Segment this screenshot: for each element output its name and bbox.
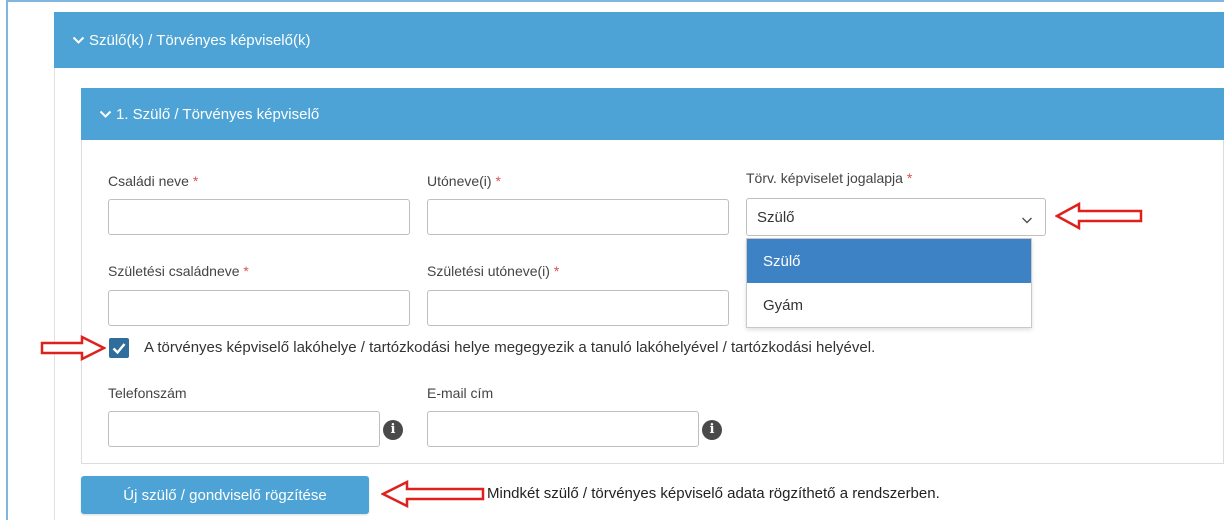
given-name-input[interactable] bbox=[427, 199, 729, 235]
phone-label: Telefonszám bbox=[108, 385, 187, 401]
given-name-label: Utóneve(i) * bbox=[427, 173, 501, 189]
arrow-left-icon bbox=[381, 480, 485, 508]
section-header-parents[interactable]: Szülő(k) / Törvényes képviselő(k) bbox=[54, 12, 1224, 68]
given-name-label-text: Utóneve(i) bbox=[427, 173, 492, 189]
same-address-checkbox-label: A törvényes képviselő lakóhelye / tartóz… bbox=[144, 339, 876, 356]
dropdown-option-gyam[interactable]: Gyám bbox=[747, 283, 1031, 327]
new-parent-button[interactable]: Új szülő / gondviselő rögzítése bbox=[81, 476, 369, 514]
birth-family-name-label-text: Születési családneve bbox=[108, 263, 240, 279]
family-name-label-text: Családi neve bbox=[108, 173, 189, 189]
annotation-note: Mindkét szülő / törvényes képviselő adat… bbox=[487, 485, 940, 502]
legal-basis-select[interactable]: Szülő bbox=[746, 198, 1046, 236]
chevron-down-icon bbox=[99, 109, 112, 119]
arrow-right-icon bbox=[40, 335, 106, 361]
info-icon[interactable]: i bbox=[702, 420, 722, 440]
same-address-checkbox[interactable] bbox=[109, 338, 129, 358]
section-title-parents: Szülő(k) / Törvényes képviselő(k) bbox=[89, 31, 311, 49]
chevron-down-icon bbox=[72, 35, 85, 45]
arrow-left-icon bbox=[1055, 202, 1143, 230]
dropdown-option-szulo[interactable]: Szülő bbox=[747, 239, 1031, 283]
birth-given-name-label-text: Születési utóneve(i) bbox=[427, 263, 550, 279]
birth-family-name-input[interactable] bbox=[108, 290, 410, 326]
required-marker: * bbox=[243, 263, 249, 279]
birth-family-name-label: Születési családneve * bbox=[108, 263, 249, 279]
panel-title-parent-1: 1. Szülő / Törvényes képviselő bbox=[116, 105, 320, 123]
family-name-label: Családi neve * bbox=[108, 173, 198, 189]
required-marker: * bbox=[906, 170, 913, 186]
phone-input[interactable] bbox=[108, 411, 380, 447]
panel-header-parent-1[interactable]: 1. Szülő / Törvényes képviselő bbox=[81, 88, 1224, 140]
email-label: E-mail cím bbox=[427, 385, 494, 401]
family-name-input[interactable] bbox=[108, 199, 410, 235]
email-input[interactable] bbox=[427, 411, 699, 447]
legal-basis-label: Törv. képviselet jogalapja * bbox=[746, 170, 912, 186]
legal-basis-dropdown-list: Szülő Gyám bbox=[746, 238, 1032, 328]
legal-basis-label-text: Törv. képviselet jogalapja bbox=[746, 170, 903, 186]
required-marker: * bbox=[495, 173, 501, 189]
required-marker: * bbox=[192, 173, 199, 189]
required-marker: * bbox=[553, 263, 560, 279]
info-icon[interactable]: i bbox=[383, 420, 403, 440]
legal-basis-selected-value: Szülő bbox=[757, 208, 795, 226]
chevron-down-icon bbox=[1021, 212, 1033, 224]
birth-given-name-input[interactable] bbox=[427, 290, 729, 326]
checkmark-icon bbox=[112, 343, 126, 355]
birth-given-name-label: Születési utóneve(i) * bbox=[427, 263, 559, 279]
